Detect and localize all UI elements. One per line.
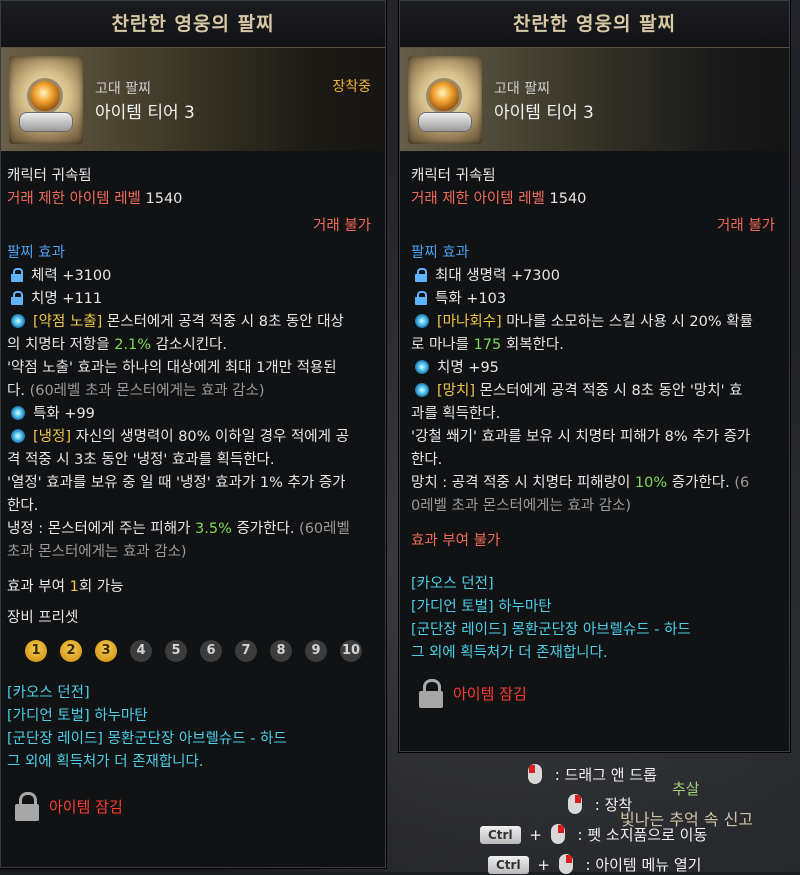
stat-line: 특화 +103 [411,288,783,311]
effect-swirl-icon [415,383,429,397]
hint-drag: : 드래그 앤 드롭 [528,764,657,785]
stat-line: 치명 +111 [7,288,379,311]
mouse-right-click-icon [568,794,582,814]
item-grade: 고대 팔찌 [494,81,550,97]
effect-swirl-icon [11,314,25,328]
source-line: [카오스 던전] [7,685,90,701]
equipped-badge: 장착중 [332,79,371,95]
stat-lock-icon [415,268,427,282]
padlock-icon [15,792,39,822]
source-line: [군단장 레이드] 몽환군단장 아브렐슈드 - 하드 [411,622,691,638]
item-name: 찬란한 영웅의 팔찌 [1,1,385,47]
preset-label: 장비 프리셋 [7,610,79,626]
stat-lock-icon [11,291,23,305]
mouse-right-click-icon [550,824,565,844]
bracelet-icon [408,56,482,144]
source-line: [카오스 던전] [411,576,494,592]
stat-line: 최대 생명력 +7300 [411,265,783,288]
effect-line: [약점 노출] 몬스터에게 공격 적중 시 8초 동안 대상 [7,311,379,334]
item-header: 고대 팔찌 아이템 티어 3 [400,47,789,151]
trade-status: 거래 불가 [717,218,775,234]
effect-line: [마나회수] 마나를 소모하는 스킬 사용 시 20% 확률 [411,311,783,334]
compare-item-tooltip: 찬란한 영웅의 팔찌 고대 팔찌 아이템 티어 3 캐릭터 귀속됨 거래 제한 … [399,0,790,752]
preset-row: 1 2 3 4 5 6 7 8 9 10 [25,640,379,662]
bound-text: 캐릭터 귀속됨 [7,168,92,184]
preset-8[interactable]: 8 [270,640,292,662]
effect-header: 팔찌 효과 [411,245,469,261]
effect-swirl-icon [415,360,429,374]
preset-9[interactable]: 9 [305,640,327,662]
trade-level: 거래 제한 아이템 레벨 1540 [411,191,587,207]
effect-grant: 효과 부여 불가 [411,533,501,549]
item-grade: 고대 팔찌 [95,81,151,97]
source-line: 그 외에 획득처가 더 존재합니다. [7,754,204,770]
item-lock-status: 아이템 잠김 [7,792,379,822]
trade-level: 거래 제한 아이템 레벨 1540 [7,191,183,207]
preset-5[interactable]: 5 [165,640,187,662]
stat-lock-icon [11,268,23,282]
item-tier: 아이템 티어 3 [95,103,195,123]
stat-line: 특화 +99 [7,403,379,426]
ctrl-key: Ctrl [480,826,521,844]
mouse-right-click-icon [558,854,573,874]
effect-line: [망치] 몬스터에게 공격 적중 시 8초 동안 '망치' 효 [411,380,783,403]
preset-1[interactable]: 1 [25,640,47,662]
stat-lock-icon [415,291,427,305]
effect-header: 팔찌 효과 [7,245,65,261]
source-line: [군단장 레이드] 몽환군단장 아브렐슈드 - 하드 [7,731,287,747]
source-line: 그 외에 획득처가 더 존재합니다. [411,645,608,661]
item-tier: 아이템 티어 3 [494,103,594,123]
equipped-item-tooltip: 찬란한 영웅의 팔찌 고대 팔찌 아이템 티어 3 장착중 캐릭터 귀속됨 거래… [0,0,386,868]
effect-grant: 효과 부여 1회 가능 [7,579,124,595]
trade-status: 거래 불가 [313,218,371,234]
padlock-icon [419,679,443,709]
background-report-text: 빛나는 추억 속 신고 [620,810,754,829]
effect-line: [냉정] 자신의 생명력이 80% 이하일 경우 적에게 공 [7,426,379,449]
source-line: [가디언 토벌] 하누마탄 [411,599,552,615]
item-header: 고대 팔찌 아이템 티어 3 장착중 [1,47,385,151]
stat-line: 치명 +95 [411,357,783,380]
effect-swirl-icon [11,406,25,420]
preset-7[interactable]: 7 [235,640,257,662]
preset-3[interactable]: 3 [95,640,117,662]
stat-line: 체력 +3100 [7,265,379,288]
preset-2[interactable]: 2 [60,640,82,662]
effect-swirl-icon [415,314,429,328]
ctrl-key: Ctrl [488,856,529,874]
bracelet-icon [9,56,83,144]
item-name: 찬란한 영웅의 팔찌 [400,1,789,47]
effect-swirl-icon [11,429,25,443]
bound-text: 캐릭터 귀속됨 [411,168,496,184]
preset-10[interactable]: 10 [340,640,362,662]
background-label: 추살 [672,780,700,798]
mouse-left-click-icon [528,764,542,784]
preset-4[interactable]: 4 [130,640,152,662]
item-lock-status: 아이템 잠김 [411,679,783,709]
source-line: [가디언 토벌] 하누마탄 [7,708,148,724]
preset-6[interactable]: 6 [200,640,222,662]
